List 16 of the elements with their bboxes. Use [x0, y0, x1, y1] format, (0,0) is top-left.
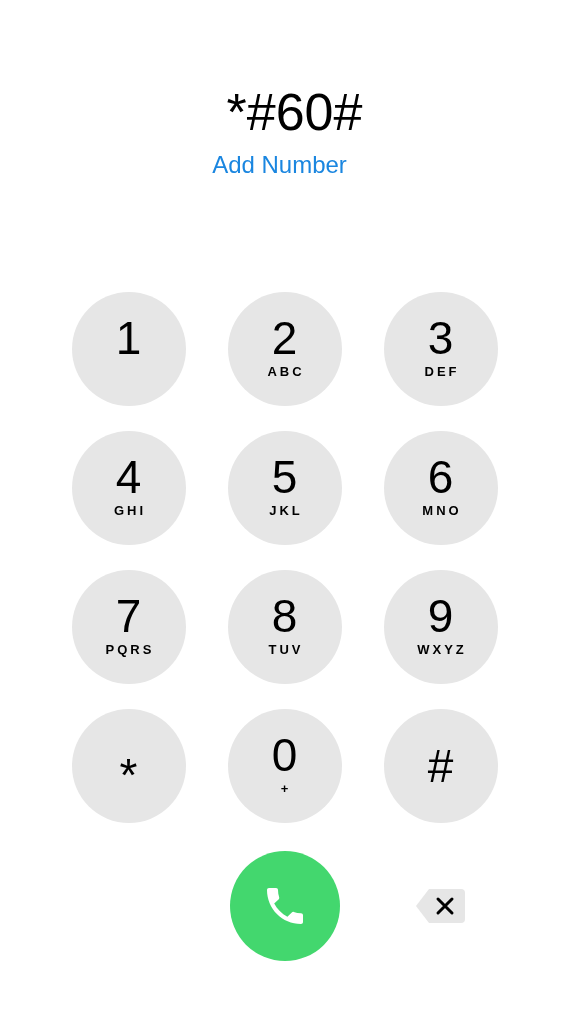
dialed-number: *#60#	[225, 82, 363, 142]
backspace-icon	[414, 887, 467, 925]
digit-key[interactable]: 7 PQRS	[71, 570, 186, 684]
symbol-key[interactable]: #	[383, 709, 498, 823]
digit-key[interactable]: 0 +	[227, 709, 342, 823]
digit-key[interactable]: 6 MNO	[383, 431, 498, 545]
symbol-key[interactable]: *	[71, 709, 186, 823]
digit-key[interactable]: 3 DEF	[383, 292, 498, 406]
digit-key[interactable]: 2 ABC	[227, 292, 342, 406]
digit-key[interactable]: 4 GHI	[71, 431, 186, 545]
add-number-link[interactable]: Add Number	[212, 150, 347, 180]
digit-key[interactable]: 1	[71, 292, 186, 406]
digit-key[interactable]: 5 JKL	[227, 431, 342, 545]
digit-key[interactable]: 8 TUV	[227, 570, 342, 684]
digit-key[interactable]: 9 WXYZ	[383, 570, 498, 684]
delete-button[interactable]	[414, 887, 467, 925]
